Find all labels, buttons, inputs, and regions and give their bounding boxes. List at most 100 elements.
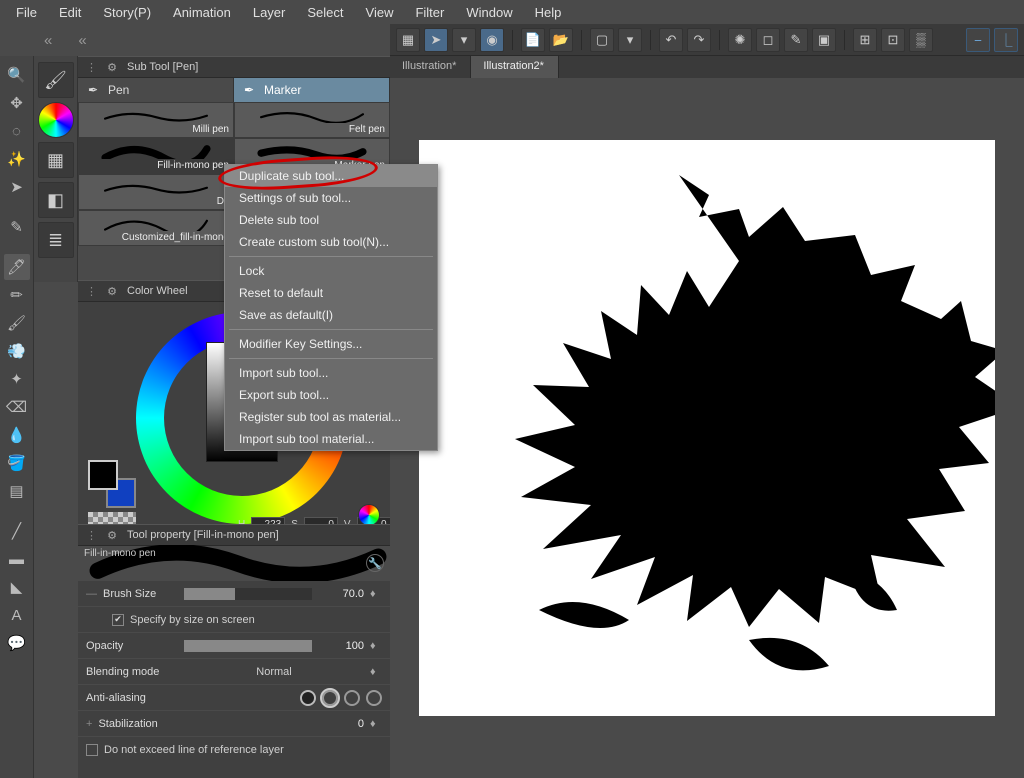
collapse-icon[interactable]: «: [44, 32, 52, 49]
brush-preset[interactable]: Fill-in-mono pen: [78, 138, 234, 174]
undo-icon[interactable]: ↶: [659, 28, 683, 52]
menu-view[interactable]: View: [356, 2, 404, 23]
context-menu-item[interactable]: Lock: [225, 260, 437, 282]
noexceed-checkbox[interactable]: [86, 744, 98, 756]
menu-storyp[interactable]: Story(P): [93, 2, 161, 23]
line-tool-icon[interactable]: ╱: [4, 518, 30, 544]
menu-filter[interactable]: Filter: [405, 2, 454, 23]
gradient-tool-icon[interactable]: ▤: [4, 478, 30, 504]
eyedropper-tool-icon[interactable]: ✎: [4, 214, 30, 240]
move-tool-icon[interactable]: ✥: [4, 90, 30, 116]
gear-icon[interactable]: ⚙: [105, 60, 119, 74]
balloon-tool-icon[interactable]: 💬: [4, 630, 30, 656]
context-menu-item[interactable]: Export sub tool...: [225, 384, 437, 406]
gear-icon[interactable]: ⚙: [105, 284, 119, 298]
layers-icon[interactable]: ≣: [38, 222, 74, 258]
context-menu-item[interactable]: Import sub tool material...: [225, 428, 437, 450]
context-menu-item[interactable]: Modifier Key Settings...: [225, 333, 437, 355]
context-menu-item[interactable]: Import sub tool...: [225, 362, 437, 384]
opacity-slider[interactable]: [184, 640, 312, 652]
menu-edit[interactable]: Edit: [49, 2, 91, 23]
brush-preset[interactable]: Milli pen: [78, 102, 234, 138]
subtool-tab-marker[interactable]: ✒Marker: [234, 78, 390, 102]
pen-tool-icon[interactable]: 🖊: [4, 254, 30, 280]
eraser-tool-icon[interactable]: ⌫: [4, 394, 30, 420]
context-menu-item[interactable]: Create custom sub tool(N)...: [225, 231, 437, 253]
aa-option[interactable]: [366, 690, 382, 706]
redo-icon[interactable]: ↷: [687, 28, 711, 52]
aa-option[interactable]: [322, 690, 338, 706]
wrench-icon[interactable]: 🔧: [366, 554, 384, 572]
menu-animation[interactable]: Animation: [163, 2, 241, 23]
stepper-icon[interactable]: ♦: [370, 640, 382, 652]
airbrush-tool-icon[interactable]: 💨: [4, 338, 30, 364]
snap-icon[interactable]: ▒: [909, 28, 933, 52]
color-circle-icon[interactable]: [38, 102, 74, 138]
context-menu-item[interactable]: Register sub tool as material...: [225, 406, 437, 428]
aa-option[interactable]: [344, 690, 360, 706]
swirl-icon[interactable]: ◉: [480, 28, 504, 52]
context-menu-item[interactable]: Save as default(I): [225, 304, 437, 326]
canvas[interactable]: [419, 140, 995, 716]
subtool-tab-pen[interactable]: ✒Pen: [78, 78, 234, 102]
swatch-icon[interactable]: ◧: [38, 182, 74, 218]
menu-file[interactable]: File: [6, 2, 47, 23]
brush-preset[interactable]: Customized_fill-in-mono: [78, 210, 234, 246]
gear-icon[interactable]: ⚙: [105, 528, 119, 542]
shape-tool-icon[interactable]: ▬: [4, 546, 30, 572]
accent-btn[interactable]: ⎯: [966, 28, 990, 52]
dropdown-icon[interactable]: ▾: [618, 28, 642, 52]
context-menu-item[interactable]: Reset to default: [225, 282, 437, 304]
mini-wheel-icon[interactable]: [358, 504, 380, 526]
eraser-icon[interactable]: ✎: [784, 28, 808, 52]
select-icon[interactable]: ◻: [756, 28, 780, 52]
zoom-tool-icon[interactable]: 🔍: [4, 62, 30, 88]
menu-help[interactable]: Help: [525, 2, 572, 23]
deco-tool-icon[interactable]: ✦: [4, 366, 30, 392]
drag-handle-icon[interactable]: ⋮: [86, 285, 97, 298]
drag-handle-icon[interactable]: ⋮: [86, 61, 97, 74]
stepper-icon[interactable]: ♦: [370, 588, 382, 600]
dropdown-icon[interactable]: ♦: [370, 666, 382, 678]
new-file-icon[interactable]: 📄: [521, 28, 545, 52]
collapse-icon[interactable]: «: [78, 32, 86, 49]
foreground-swatch[interactable]: [88, 460, 118, 490]
accent-btn[interactable]: ⎿: [994, 28, 1018, 52]
context-menu-item[interactable]: Delete sub tool: [225, 209, 437, 231]
arrow-tool-icon[interactable]: ➤: [4, 174, 30, 200]
open-folder-icon[interactable]: 📂: [549, 28, 573, 52]
pencil-tool-icon[interactable]: ✏: [4, 282, 30, 308]
snap-icon[interactable]: ⊞: [853, 28, 877, 52]
document-tab[interactable]: Illustration2*: [471, 56, 559, 78]
aa-option[interactable]: [300, 690, 316, 706]
menu-window[interactable]: Window: [456, 2, 522, 23]
document-tab[interactable]: Illustration*: [390, 56, 471, 78]
brush-group-icon[interactable]: 🖌: [38, 62, 74, 98]
menu-select[interactable]: Select: [297, 2, 353, 23]
drag-handle-icon[interactable]: ⋮: [86, 529, 97, 542]
lasso-tool-icon[interactable]: ◌: [4, 118, 30, 144]
menu-layer[interactable]: Layer: [243, 2, 296, 23]
wand-tool-icon[interactable]: ✨: [4, 146, 30, 172]
arrow-tool-icon[interactable]: ➤: [424, 28, 448, 52]
transform-icon[interactable]: ▣: [812, 28, 836, 52]
brush-preset[interactable]: Felt pen: [234, 102, 390, 138]
ruler-tool-icon[interactable]: ◣: [4, 574, 30, 600]
context-menu-item[interactable]: Settings of sub tool...: [225, 187, 437, 209]
blend-tool-icon[interactable]: 💧: [4, 422, 30, 448]
brush-tool-icon[interactable]: 🖌: [4, 310, 30, 336]
grid-icon[interactable]: ▦: [396, 28, 420, 52]
brush-preset[interactable]: Dc: [78, 174, 234, 210]
page-icon[interactable]: ▢: [590, 28, 614, 52]
specify-size-checkbox[interactable]: ✔: [112, 614, 124, 626]
dropdown-icon[interactable]: ▾: [452, 28, 476, 52]
snap-icon[interactable]: ⊡: [881, 28, 905, 52]
context-menu-item[interactable]: Duplicate sub tool...: [225, 165, 437, 187]
text-tool-icon[interactable]: A: [4, 602, 30, 628]
brush-size-slider[interactable]: [184, 588, 312, 600]
fill-tool-icon[interactable]: 🪣: [4, 450, 30, 476]
stepper-icon[interactable]: ♦: [370, 718, 382, 730]
blending-value[interactable]: Normal: [184, 666, 364, 678]
antialias-options[interactable]: [300, 690, 382, 706]
palette-icon[interactable]: ▦: [38, 142, 74, 178]
